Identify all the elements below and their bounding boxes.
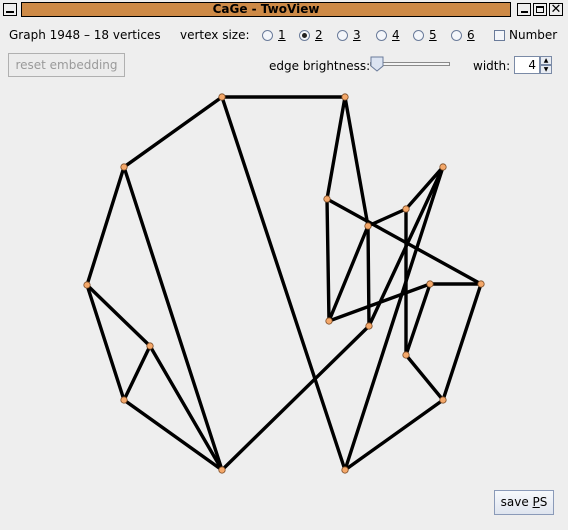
graph-vertex-v17[interactable] [365,322,373,330]
graph-edge-v4-v6 [122,398,224,472]
graph-edge-v9-v17 [366,224,371,328]
edges-layer [85,95,483,472]
graph-vertex-v4[interactable] [120,396,128,404]
save-ps-label-pre: save [500,495,533,509]
graph-vertex-v2[interactable] [120,163,128,171]
save-ps-label-post: S [539,495,548,509]
graph-vertex-v16[interactable] [341,466,349,474]
graph-vertex-v15[interactable] [439,396,447,404]
graph-vertex-v10[interactable] [323,195,331,203]
graph-vertex-v7[interactable] [439,163,447,171]
graph-vertex-v3[interactable] [83,281,91,289]
graph-vertex-v0[interactable] [218,93,226,101]
save-ps-label-mnemonic: P [532,495,540,509]
graph-vertex-v11[interactable] [325,317,333,325]
graph-edge-v2-v6 [122,165,224,472]
graph-edge-v9-v11 [327,224,370,323]
graph-edge-v1-v10 [325,95,347,201]
save-ps-button[interactable]: save PS [494,490,554,515]
graph-edge-v13-v14 [404,282,432,357]
graph-vertex-v8[interactable] [402,205,410,213]
graph-vertex-v13[interactable] [426,280,434,288]
graph-edge-v6-v17 [220,324,371,472]
graph-vertex-v12[interactable] [477,280,485,288]
graph-edge-v12-v15 [441,282,483,402]
graph-vertex-v14[interactable] [402,351,410,359]
graph-vertex-v1[interactable] [341,93,349,101]
graph-edge-v2-v3 [85,165,126,287]
graph-edge-v7-v16 [343,165,445,472]
graph-edge-v14-v15 [404,353,445,402]
graph-edge-v0-v2 [122,95,224,169]
graph-vertex-v6[interactable] [218,466,226,474]
graph-edge-v10-v11 [325,197,331,323]
graph-edge-v1-v9 [343,95,370,228]
graph-canvas[interactable] [0,0,568,530]
graph-edge-v15-v16 [343,398,445,472]
graph-edge-v0-v16 [220,95,347,472]
graph-edge-v11-v13 [327,282,432,323]
graph-edge-v5-v6 [148,344,224,472]
graph-vertex-v5[interactable] [146,342,154,350]
graph-edge-v4-v5 [122,344,152,402]
graph-vertex-v9[interactable] [364,222,372,230]
